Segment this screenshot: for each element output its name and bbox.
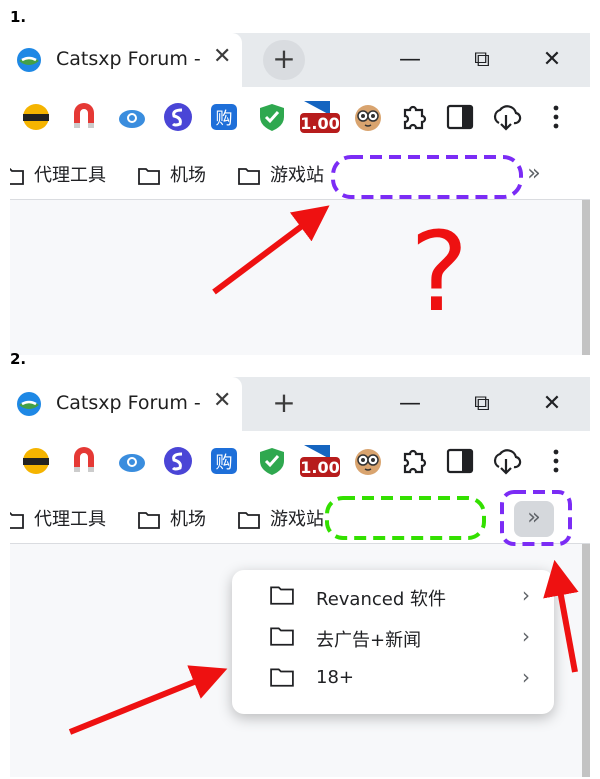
extension-badge-text: 1.00 [300,458,339,477]
bookmarks-overflow-button[interactable]: » [514,157,554,193]
chevron-right-icon: › [522,583,530,607]
bookmarks-bar: 代理工具 机场 游戏站 » [10,149,590,200]
restore-button[interactable]: ⧉ [462,387,502,421]
s-extension-icon[interactable] [162,101,194,133]
more-menu-icon[interactable] [540,445,572,477]
bookmark-folder-airport[interactable]: 机场 [138,505,206,531]
side-panel-icon[interactable] [444,101,476,133]
tab-close-icon[interactable]: ✕ [213,388,231,413]
bookmark-folder-proxy-tools[interactable]: 代理工具 [10,161,106,187]
bookmark-folder-airport[interactable]: 机场 [138,161,206,187]
shopping-extension-icon[interactable]: 购 [208,101,240,133]
minimize-button[interactable]: — [390,387,430,421]
overflow-menu-item-adblock-news[interactable]: 去广告+新闻 › [232,617,554,657]
overflow-menu-item-revanced[interactable]: Revanced 软件 › [232,576,554,616]
cloud-extension-icon[interactable] [116,445,148,477]
folder-icon [238,512,260,529]
bookmark-label: 游戏站 [270,165,324,186]
chevron-right-icon: › [522,624,530,648]
bookmarks-bar: 代理工具 机场 游戏站 » [10,493,590,544]
forum-favicon-icon [17,48,41,72]
bookmark-label: 游戏站 [270,509,324,530]
magnet-extension-icon[interactable] [68,101,100,133]
folder-icon [10,168,24,185]
extensions-toolbar: 购 1.00 [10,431,590,493]
extensions-puzzle-icon[interactable] [398,101,430,133]
menu-item-label: Revanced 软件 [316,589,446,610]
minimize-button[interactable]: — [390,43,430,77]
shield-extension-icon[interactable] [256,445,288,477]
bookmark-label: 机场 [170,509,206,530]
step-2-label: 2. [10,350,27,368]
extensions-puzzle-icon[interactable] [398,445,430,477]
cloud-extension-icon[interactable] [116,101,148,133]
browser-tab[interactable]: Catsxp Forum - ✕ [10,33,242,87]
page-content [10,200,590,355]
extension-badge-text: 1.00 [300,114,339,133]
browser-window-step-2: Catsxp Forum - ✕ + — ⧉ ✕ 购 1.00 代理工具 机场 … [10,377,590,777]
extensions-toolbar: 购 1.00 [10,87,590,149]
menu-item-label: 18+ [316,667,354,688]
bookmark-folder-game-sites[interactable]: 游戏站 [238,161,324,187]
s-extension-icon[interactable] [162,445,194,477]
svg-text:购: 购 [216,453,233,473]
folder-icon [10,512,24,529]
tab-close-icon[interactable]: ✕ [213,44,231,69]
folder-icon [138,512,160,529]
tricolor-extension-icon[interactable] [20,101,52,133]
folder-icon [138,168,160,185]
tab-title: Catsxp Forum - [56,392,201,414]
cloud-download-icon[interactable] [490,445,522,477]
forum-favicon-icon [17,392,41,416]
browser-tab[interactable]: Catsxp Forum - ✕ [10,377,242,431]
new-tab-button[interactable]: + [263,384,305,424]
bookmark-label: 代理工具 [34,509,106,530]
shopping-extension-icon[interactable]: 购 [208,445,240,477]
folder-icon [270,668,294,687]
bookmarks-overflow-button[interactable]: » [514,501,554,537]
speed-extension-icon[interactable]: 1.00 [300,443,340,479]
bookmark-folder-game-sites[interactable]: 游戏站 [238,505,324,531]
bookmark-label: 机场 [170,165,206,186]
side-panel-icon[interactable] [444,445,476,477]
scrollbar[interactable] [582,544,590,777]
restore-button[interactable]: ⧉ [462,43,502,77]
speed-extension-icon[interactable]: 1.00 [300,99,340,135]
more-menu-icon[interactable] [540,101,572,133]
overflow-menu-item-18plus[interactable]: 18+ › [232,658,554,698]
owl-extension-icon[interactable] [352,101,384,133]
close-window-button[interactable]: ✕ [532,387,572,421]
step-1-label: 1. [10,8,27,26]
shield-extension-icon[interactable] [256,101,288,133]
new-tab-button[interactable]: + [263,40,305,80]
close-window-button[interactable]: ✕ [532,43,572,77]
browser-window-step-1: Catsxp Forum - ✕ + — ⧉ ✕ 购 1.00 代理工具 机场 … [10,33,590,355]
tab-strip: Catsxp Forum - ✕ + — ⧉ ✕ [10,33,590,87]
bookmark-folder-proxy-tools[interactable]: 代理工具 [10,505,106,531]
folder-icon [238,168,260,185]
svg-text:购: 购 [216,109,233,129]
menu-item-label: 去广告+新闻 [316,630,422,651]
chevron-right-icon: › [522,665,530,689]
tab-strip: Catsxp Forum - ✕ + — ⧉ ✕ [10,377,590,431]
tab-title: Catsxp Forum - [56,48,201,70]
magnet-extension-icon[interactable] [68,445,100,477]
folder-icon [270,586,294,605]
bookmarks-overflow-menu: Revanced 软件 › 去广告+新闻 › 18+ › [232,570,554,714]
tricolor-extension-icon[interactable] [20,445,52,477]
folder-icon [270,627,294,646]
scrollbar[interactable] [582,200,590,355]
cloud-download-icon[interactable] [490,101,522,133]
bookmark-label: 代理工具 [34,165,106,186]
owl-extension-icon[interactable] [352,445,384,477]
